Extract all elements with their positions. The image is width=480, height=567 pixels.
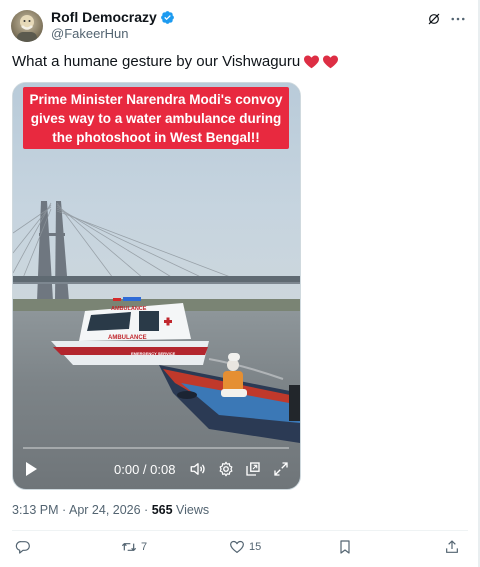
retweet-button[interactable]: 7 [121,539,147,555]
boat-label-small: EMERGENCY SERVICE [131,351,176,356]
tweet-time[interactable]: 3:13 PM [12,503,59,517]
heart-icon [230,540,244,553]
red-heart-emoji-icon [323,54,339,68]
author-display-name[interactable]: Rofl Democrazy [51,9,157,25]
fullscreen-icon[interactable] [272,460,290,478]
picture-in-picture-icon[interactable] [244,460,262,478]
volume-icon[interactable] [189,460,207,478]
share-button[interactable] [444,539,460,555]
red-heart-emoji-icon [304,54,320,68]
play-icon[interactable] [23,461,39,477]
bookmark-button[interactable] [337,539,353,555]
verified-badge-icon [160,10,174,24]
share-icon [446,540,458,553]
video-controls: 0:00 / 0:08 [13,455,300,485]
tweet-meta: 3:13 PM · Apr 24, 2026 · 565 Views [12,503,209,517]
meta-separator: · [140,503,152,517]
video-caption-banner: Prime Minister Narendra Modi's convoy gi… [23,87,289,149]
bookmark-icon [340,540,350,554]
action-bar: 7 15 [0,539,480,561]
like-count: 15 [249,541,262,553]
tweet-date[interactable]: Apr 24, 2026 [69,503,141,517]
like-button[interactable]: 15 [229,539,261,555]
more-options-icon[interactable] [449,10,467,28]
author-name-row[interactable]: Rofl Democrazy [51,9,175,25]
author-handle[interactable]: @FakeerHun [51,26,129,41]
grok-icon[interactable] [425,10,443,28]
settings-gear-icon[interactable] [217,460,235,478]
retweet-count: 7 [141,541,148,553]
meta-separator: · [58,503,69,517]
boat-label-side: AMBULANCE [108,335,147,341]
tweet-card: Rofl Democrazy @FakeerHun What a humane … [0,0,480,567]
video-progress-bar[interactable] [23,447,289,449]
divider [12,530,468,531]
retweet-icon [121,543,137,551]
boat-label-top: AMBULANCE [111,306,147,312]
tweet-text-body: What a humane gesture by our Vishwaguru [12,53,301,70]
video-time: 0:00 / 0:08 [114,462,176,477]
views-count: 565 [151,503,173,517]
views-label: Views [172,503,210,517]
reply-icon [15,541,30,554]
tweet-text: What a humane gesture by our Vishwaguru [12,53,339,70]
avatar[interactable] [11,10,43,42]
reply-button[interactable] [15,539,35,555]
video-player[interactable]: AMBULANCE AMBULANCE EMERGENCY SERVICE Pr… [12,82,301,490]
